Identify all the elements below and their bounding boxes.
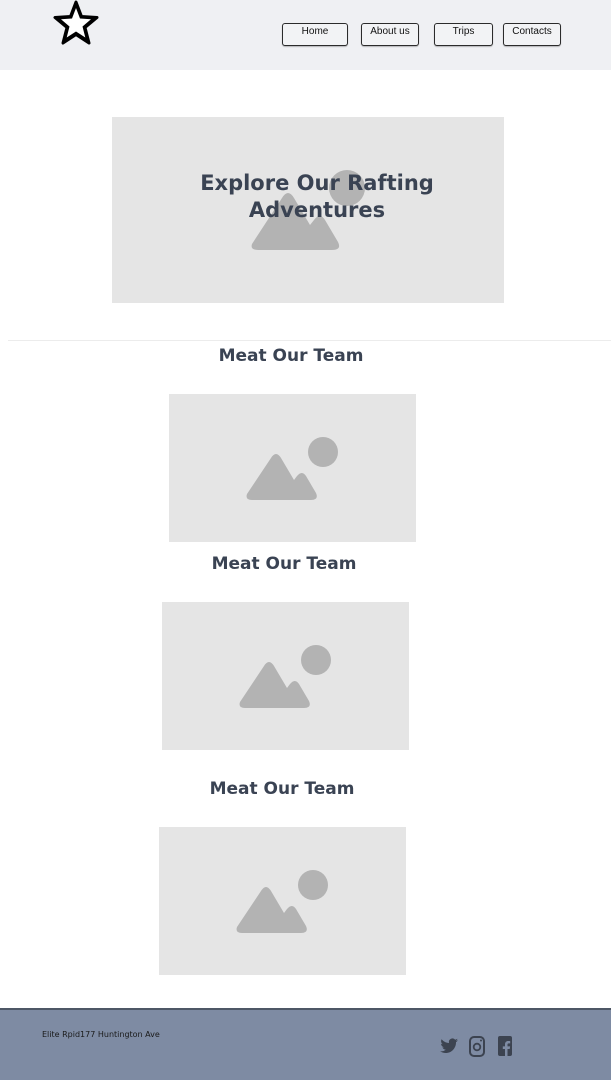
team-heading: Meat Our Team	[211, 554, 357, 574]
hero-title: Explore Our Rafting Adventures	[200, 171, 434, 222]
team-image	[169, 394, 416, 542]
twitter-icon[interactable]	[439, 1034, 459, 1058]
nav-trips-button[interactable]: Trips	[434, 23, 493, 46]
image-placeholder-icon	[246, 437, 338, 500]
nav-contacts-button[interactable]: Contacts	[503, 23, 561, 46]
footer-address: Elite Rpid177 Huntington Ave	[42, 1030, 160, 1039]
team-heading: Meat Our Team	[218, 346, 364, 366]
nav-about-us-button[interactable]: About us	[361, 23, 419, 46]
star-logo-icon[interactable]	[52, 0, 100, 50]
site-header: Home About us Trips Contacts	[0, 0, 611, 70]
team-image	[162, 602, 409, 750]
image-placeholder-icon	[239, 645, 331, 708]
team-heading: Meat Our Team	[209, 779, 355, 799]
team-image	[159, 827, 406, 975]
nav-home-button[interactable]: Home	[282, 23, 348, 46]
facebook-icon[interactable]	[495, 1034, 515, 1058]
instagram-icon[interactable]	[467, 1034, 487, 1058]
image-placeholder-icon	[236, 870, 328, 933]
site-footer: Elite Rpid177 Huntington Ave	[0, 1008, 611, 1080]
section-divider	[8, 340, 611, 341]
